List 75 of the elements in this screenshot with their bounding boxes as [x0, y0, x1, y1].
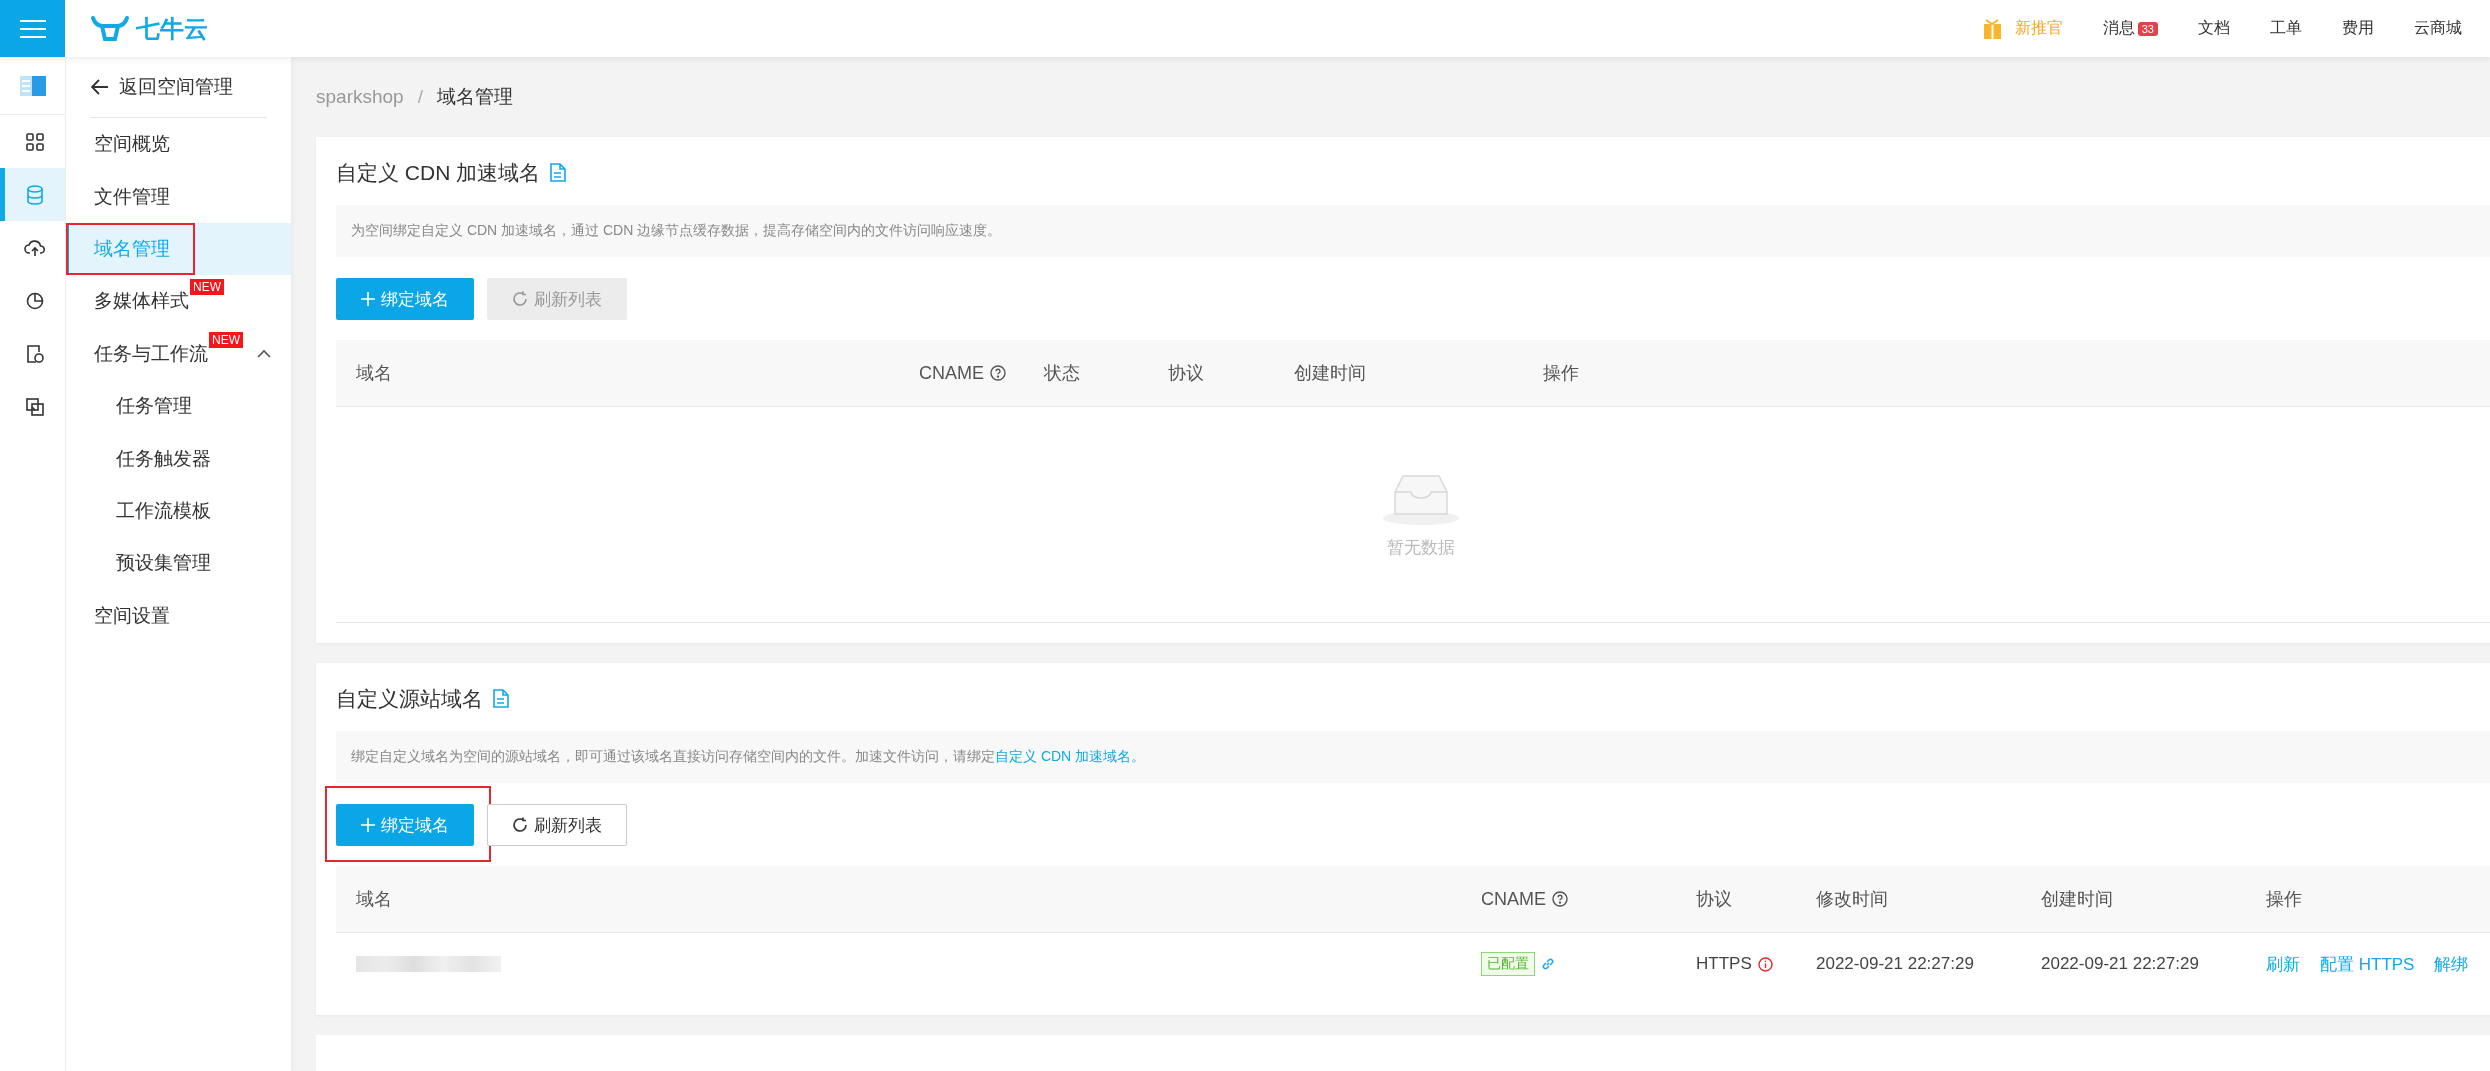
nav-link[interactable]: 消息 [2102, 18, 2135, 39]
bull-logo-icon [90, 14, 130, 43]
sidebar-item[interactable]: 任务与工作流 NEW [66, 327, 291, 380]
column-header: 协议 [1168, 362, 1204, 385]
sidebar-item-label: 任务触发器 [116, 447, 211, 470]
document-icon[interactable] [493, 689, 509, 708]
nav-link[interactable]: 工单 [2270, 18, 2302, 39]
document-icon[interactable] [550, 163, 567, 182]
new-badge: NEW [190, 279, 224, 296]
column-header: 修改时间 [1816, 888, 1888, 911]
gift-icon [1983, 18, 2001, 39]
nav-link[interactable]: 云商城 [2414, 18, 2462, 39]
pie-chart-icon [26, 291, 44, 310]
modified-time: 2022-09-21 22:27:29 [1816, 954, 1974, 974]
grid-icon [26, 132, 44, 151]
help-icon[interactable] [1552, 891, 1568, 907]
sidebar-item-label: 工作流模板 [116, 499, 211, 522]
refresh-list-button[interactable]: 刷新列表 [487, 804, 627, 846]
back-link[interactable]: 返回空间管理 [119, 74, 233, 100]
column-header: 状态 [1044, 362, 1080, 385]
link-icon[interactable] [1541, 957, 1555, 971]
plus-icon [361, 818, 375, 832]
sidebar-item[interactable]: 多媒体样式 NEW [66, 275, 291, 328]
database-icon [26, 184, 44, 205]
chevron-up-icon[interactable] [257, 349, 271, 359]
copy-icon [26, 397, 44, 416]
protocol-text: HTTPS [1696, 954, 1752, 974]
logo-text: 七牛云 [136, 13, 208, 44]
document-shield-icon [26, 343, 44, 364]
plus-icon [361, 292, 375, 306]
section-title: 自定义 CDN 加速域名 [336, 159, 541, 186]
refresh-icon [512, 817, 528, 833]
sidebar-item-label: 任务管理 [116, 395, 192, 418]
info-warning-icon[interactable] [1757, 956, 1773, 972]
status-tag: 已配置 [1481, 952, 1535, 976]
menu-icon [19, 18, 46, 39]
sidebar-item-label: 空间设置 [94, 604, 170, 627]
nav-link[interactable]: 费用 [2342, 18, 2374, 39]
sidebar-item-label: 预设集管理 [116, 552, 211, 575]
sidebar-item[interactable]: 文件管理 [66, 170, 291, 223]
cloud-upload-icon [24, 238, 46, 257]
description-text: 为空间绑定自定义 CDN 加速域名，通过 CDN 边缘节点缓存数据，提高存储空间内的文件访问响应速度。 [351, 222, 1002, 240]
empty-text: 暂无数据 [1386, 537, 1455, 559]
sidebar-item[interactable]: 任务管理 [66, 379, 291, 433]
breadcrumb-separator: / [417, 86, 423, 108]
sidebar-item[interactable]: 空间概览 [66, 118, 291, 171]
description-text: 绑定自定义域名为空间的源站域名，即可通过该域名直接访问存储空间内的文件。加速文件访问，请绑定 自定义 CDN 加速域名。 [351, 748, 1146, 766]
column-header: 操作 [1543, 362, 1579, 385]
sidebar-item[interactable]: 空间设置 [66, 589, 291, 642]
nav-link[interactable]: 文档 [2198, 18, 2230, 39]
sidebar-item-label: 域名管理 [94, 237, 170, 260]
column-header: 创建时间 [2041, 888, 2113, 911]
column-header: 操作 [2266, 888, 2302, 911]
message-count-badge: 33 [2137, 21, 2158, 36]
column-header: 协议 [1696, 888, 1732, 911]
sidebar-item-label: 文件管理 [94, 185, 170, 208]
sidebar-item[interactable]: 任务触发器 [66, 432, 291, 485]
sidebar-item[interactable]: 预设集管理 [66, 537, 291, 590]
menu-button[interactable] [0, 0, 65, 57]
new-badge: NEW [209, 331, 243, 348]
column-header: CNAME [1481, 888, 1546, 910]
back-arrow-icon[interactable] [91, 79, 109, 95]
sidebar-item-label: 多媒体样式 [94, 290, 189, 313]
help-icon[interactable] [990, 365, 1006, 381]
sidebar-item[interactable]: 工作流模板 [66, 484, 291, 538]
column-header: 域名 [356, 362, 392, 385]
column-header: CNAME [919, 362, 984, 384]
sidebar-item-label: 空间概览 [94, 133, 170, 156]
created-time: 2022-09-21 22:27:29 [2041, 954, 2199, 974]
refresh-icon [512, 291, 528, 307]
column-header: 创建时间 [1294, 362, 1366, 385]
section-title: 自定义源站域名 [336, 685, 483, 712]
column-header: 域名 [356, 888, 392, 911]
breadcrumb-item: 域名管理 [436, 85, 513, 109]
sidebar-item-label: 任务与工作流 [94, 342, 208, 365]
